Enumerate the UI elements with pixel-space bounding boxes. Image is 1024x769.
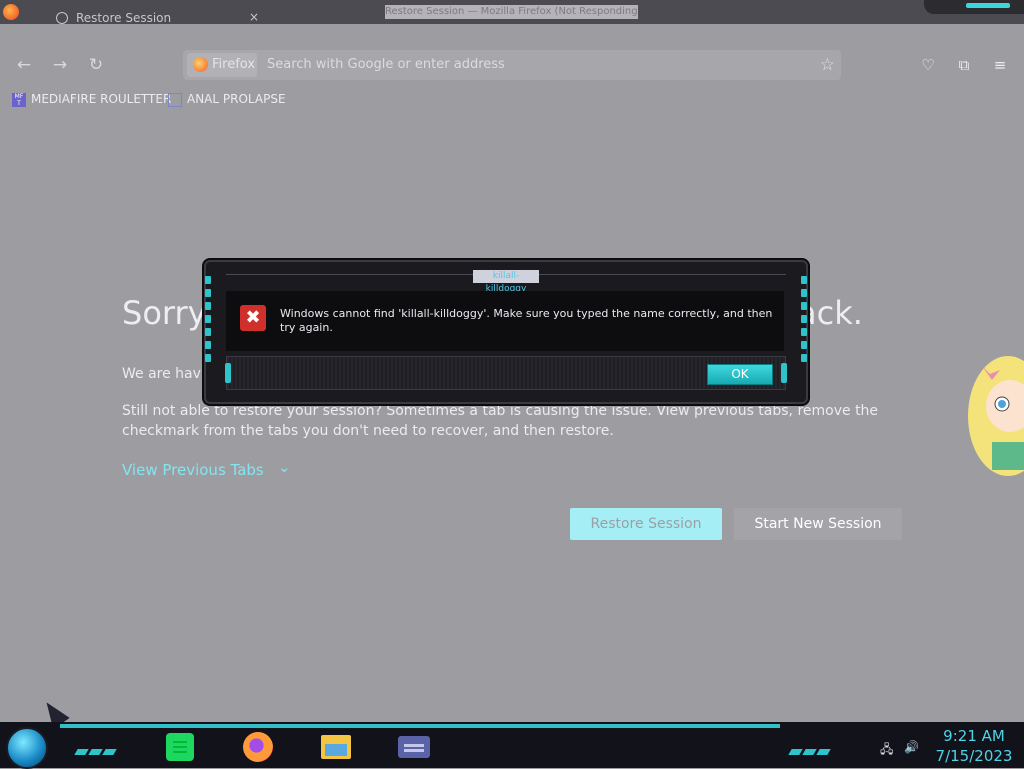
forward-arrow-icon[interactable]: → bbox=[49, 54, 71, 76]
tab-restore-session[interactable]: Restore Session × bbox=[44, 10, 279, 26]
taskbar-decoration-right bbox=[788, 740, 832, 755]
back-arrow-icon[interactable]: ← bbox=[13, 54, 35, 76]
identity-label: Firefox bbox=[212, 57, 256, 72]
firefox-logo-icon bbox=[193, 57, 208, 72]
start-button[interactable] bbox=[6, 727, 48, 769]
dialog-footer: OK bbox=[225, 356, 787, 390]
taskbar-accent-rail bbox=[60, 724, 780, 728]
cartoon-mascot-icon bbox=[968, 356, 1024, 476]
extensions-icon[interactable]: ⧉ bbox=[953, 54, 975, 76]
file-explorer-icon[interactable] bbox=[318, 730, 354, 764]
taskbar bbox=[0, 722, 1024, 768]
navigation-toolbar: ← → ↻ Firefox Search with Google or ente… bbox=[0, 44, 1024, 86]
tab-favicon-icon bbox=[56, 12, 68, 24]
hamburger-menu-icon[interactable]: ≡ bbox=[989, 54, 1011, 76]
window-title: Restore Session — Mozilla Firefox (Not R… bbox=[385, 5, 638, 19]
taskbar-clock[interactable]: 9:21 AM 7/15/2023 bbox=[928, 726, 1020, 766]
bookmark-mediafire[interactable]: MF T MEDIAFIRE ROULETTER bbox=[12, 88, 171, 110]
bookmark-label: MEDIAFIRE ROULETTER bbox=[31, 92, 172, 106]
clock-time: 9:21 AM bbox=[943, 727, 1005, 745]
address-bar[interactable]: Firefox Search with Google or enter addr… bbox=[183, 50, 841, 80]
footer-glow-right bbox=[781, 363, 787, 383]
page-paragraph-2: Still not able to restore your session? … bbox=[122, 403, 879, 439]
firefox-icon[interactable] bbox=[240, 730, 276, 764]
dialog-title: killall-killdoggy bbox=[473, 270, 539, 294]
window-titlebar: Restore Session × Restore Session — Mozi… bbox=[0, 0, 1024, 26]
bookmark-star-icon[interactable]: ☆ bbox=[820, 55, 835, 75]
titlebar-decoration bbox=[924, 0, 1024, 14]
tab-label: Restore Session bbox=[76, 11, 172, 25]
ok-button[interactable]: OK bbox=[707, 364, 773, 385]
page-heading: Sorry. bbox=[122, 294, 213, 332]
view-previous-tabs-link[interactable]: View Previous Tabs bbox=[122, 461, 264, 479]
error-dialog: killall-killdoggy ✖ Windows cannot find … bbox=[204, 260, 808, 404]
bookmarks-toolbar: MF T MEDIAFIRE ROULETTER ANAL PROLAPSE bbox=[0, 88, 1024, 110]
url-input[interactable]: Search with Google or enter address bbox=[267, 50, 797, 80]
dialog-frame-left bbox=[205, 276, 211, 376]
identity-box[interactable]: Firefox bbox=[187, 53, 257, 77]
bookmark-second[interactable]: ANAL PROLAPSE bbox=[168, 88, 286, 110]
volume-icon[interactable]: 🔊 bbox=[904, 740, 919, 754]
chevron-down-icon[interactable]: ⌄ bbox=[278, 458, 291, 476]
pocket-icon[interactable]: ♡ bbox=[917, 54, 939, 76]
firefox-menu-icon[interactable] bbox=[3, 4, 19, 20]
error-message: Windows cannot find 'killall-killdoggy'.… bbox=[280, 307, 773, 334]
spotify-icon[interactable] bbox=[162, 730, 198, 764]
bookmark-label: ANAL PROLAPSE bbox=[187, 92, 286, 106]
start-new-session-button[interactable]: Start New Session bbox=[734, 508, 902, 540]
dialog-body: ✖ Windows cannot find 'killall-killdoggy… bbox=[226, 291, 784, 351]
error-icon: ✖ bbox=[240, 305, 266, 331]
mediafire-favicon-icon: MF T bbox=[12, 92, 26, 107]
footer-glow-left bbox=[225, 363, 231, 383]
restore-session-button[interactable]: Restore Session bbox=[570, 508, 722, 540]
remote-desktop-icon[interactable] bbox=[396, 730, 432, 764]
dialog-frame-right bbox=[801, 276, 807, 376]
page-paragraph-1: We are havi bbox=[122, 366, 205, 382]
tab-close-icon[interactable]: × bbox=[249, 9, 259, 25]
network-icon[interactable]: 🖧 bbox=[880, 740, 893, 761]
taskbar-decoration-left bbox=[74, 740, 118, 755]
bookmark-favicon-icon bbox=[168, 92, 182, 107]
reload-icon[interactable]: ↻ bbox=[85, 54, 107, 76]
clock-date: 7/15/2023 bbox=[935, 747, 1013, 765]
